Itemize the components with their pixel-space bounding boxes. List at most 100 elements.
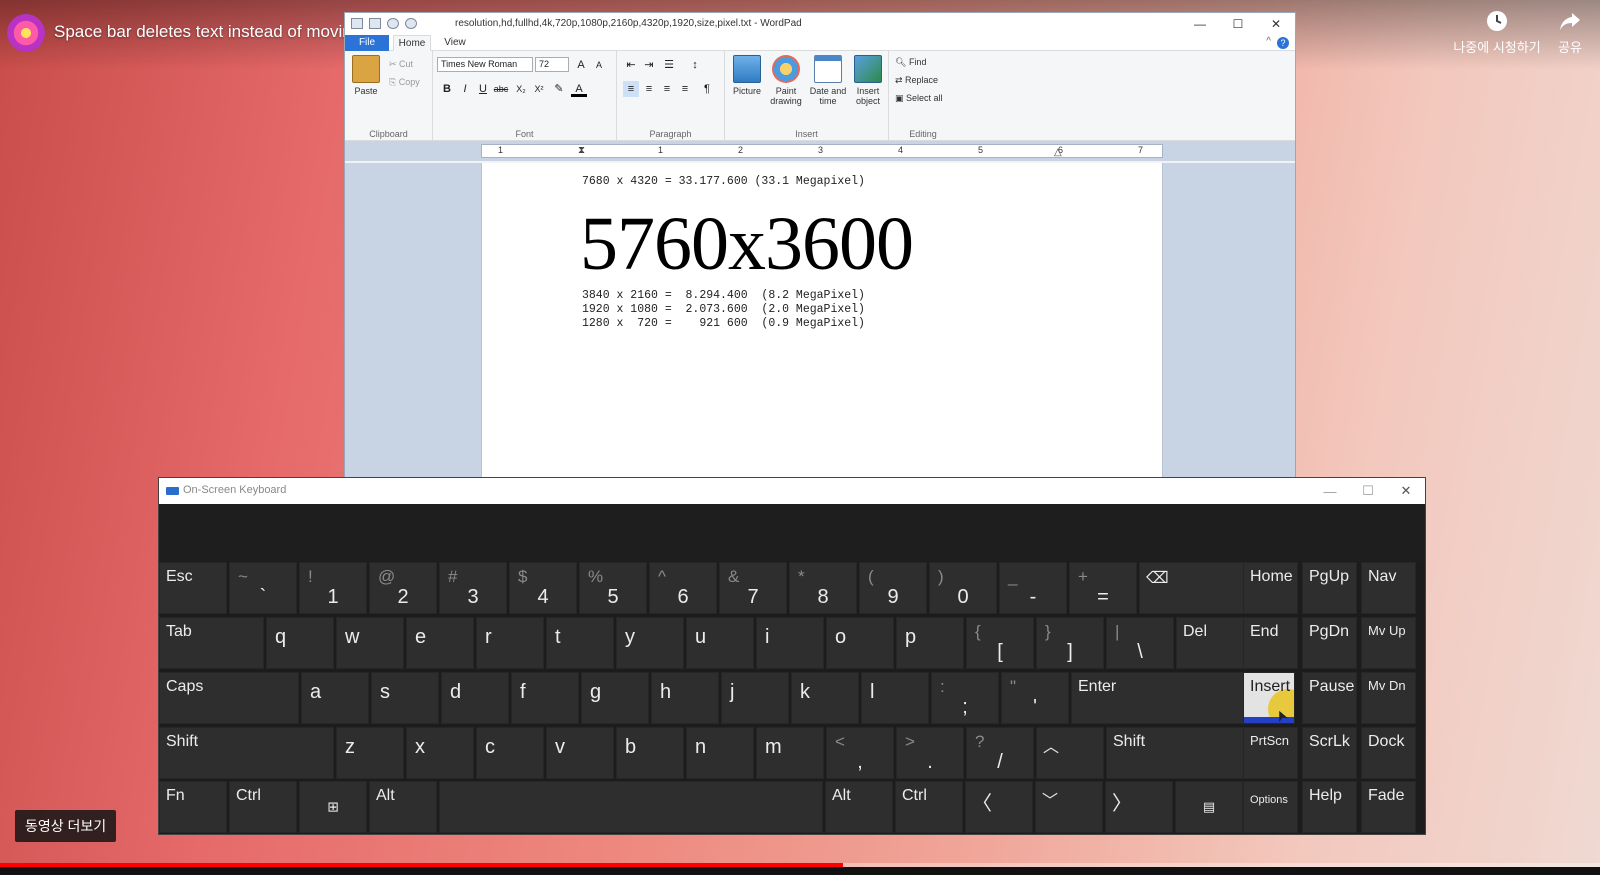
key-shift-right[interactable]: Shift — [1106, 727, 1244, 779]
key-windows[interactable]: ⊞ — [299, 781, 367, 833]
key-help[interactable]: Help — [1302, 781, 1357, 833]
key-pgdn[interactable]: PgDn — [1302, 617, 1357, 669]
key-number[interactable]: @2 — [369, 562, 437, 614]
select-all-button[interactable]: ▣ Select all — [895, 93, 943, 104]
key-ctrl-right[interactable]: Ctrl — [895, 781, 963, 833]
align-right-icon[interactable]: ≡ — [659, 81, 675, 97]
key-letter[interactable]: a — [301, 672, 369, 724]
key-symbol[interactable]: {[ — [966, 617, 1034, 669]
key-symbol[interactable]: ? / — [966, 727, 1034, 779]
key-letter[interactable]: t — [546, 617, 614, 669]
key-menu[interactable]: ▤ — [1175, 781, 1243, 833]
key-scrlk[interactable]: ScrLk — [1302, 727, 1357, 779]
highlight-icon[interactable]: ✎ — [551, 81, 567, 97]
key-number[interactable]: ~ ` — [229, 562, 297, 614]
strikethrough-button[interactable]: abc — [493, 81, 509, 97]
key-number[interactable]: $4 — [509, 562, 577, 614]
decrease-indent-icon[interactable]: ⇤ — [623, 57, 639, 73]
insert-object-button[interactable]: Insert object — [849, 55, 887, 106]
key-backspace[interactable]: ⌫ — [1139, 562, 1245, 614]
ruler[interactable]: 1 ⧗ 1 2 3 4 5 △ 6 7 — [481, 144, 1163, 158]
key-esc[interactable]: Esc — [159, 562, 227, 614]
shrink-font-icon[interactable]: A — [591, 57, 607, 73]
key-number[interactable]: + = — [1069, 562, 1137, 614]
key-letter[interactable]: w — [336, 617, 404, 669]
replace-button[interactable]: ⇄ Replace — [895, 75, 938, 86]
key-letter[interactable]: j — [721, 672, 789, 724]
key-arrow-up[interactable]: ︿ — [1036, 727, 1104, 779]
tab-file[interactable]: File — [345, 35, 389, 51]
key-arrow-down[interactable]: ﹀ — [1035, 781, 1103, 833]
key-caps[interactable]: Caps — [159, 672, 299, 724]
key-dock[interactable]: Dock — [1361, 727, 1416, 779]
increase-indent-icon[interactable]: ⇥ — [641, 57, 657, 73]
key-letter[interactable]: l — [861, 672, 929, 724]
key-number[interactable]: * 8 — [789, 562, 857, 614]
key-letter[interactable]: d — [441, 672, 509, 724]
key-shift-left[interactable]: Shift — [159, 727, 334, 779]
key-letter[interactable]: m — [756, 727, 824, 779]
tab-home[interactable]: Home — [393, 35, 431, 51]
collapse-ribbon-icon[interactable]: ^ — [1266, 36, 1271, 47]
tab-view[interactable]: View — [437, 35, 473, 51]
key-letter[interactable]: h — [651, 672, 719, 724]
key-letter[interactable]: y — [616, 617, 684, 669]
date-time-button[interactable]: Date and time — [807, 55, 849, 106]
minimize-button[interactable]: — — [1181, 13, 1219, 35]
key-letter[interactable]: p — [896, 617, 964, 669]
font-family-select[interactable]: Times New Roman — [437, 57, 533, 72]
cut-button[interactable]: ✂ Cut — [389, 59, 413, 70]
key-letter[interactable]: b — [616, 727, 684, 779]
key-fn[interactable]: Fn — [159, 781, 227, 833]
key-number[interactable]: ) 0 — [929, 562, 997, 614]
justify-icon[interactable]: ≡ — [677, 81, 693, 97]
key-number[interactable]: _ - — [999, 562, 1067, 614]
close-button[interactable]: ✕ — [1257, 13, 1295, 35]
key-enter[interactable]: Enter — [1071, 672, 1244, 724]
key-letter[interactable]: g — [581, 672, 649, 724]
osk-maximize-button[interactable]: ☐ — [1349, 478, 1387, 504]
key-del[interactable]: Del — [1176, 617, 1244, 669]
paste-button[interactable]: Paste — [349, 55, 383, 96]
key-symbol[interactable]: <, — [826, 727, 894, 779]
key-symbol[interactable]: }] — [1036, 617, 1104, 669]
key-mvup[interactable]: Mv Up — [1361, 617, 1416, 669]
key-symbol[interactable]: :; — [931, 672, 999, 724]
bold-button[interactable]: B — [439, 81, 455, 97]
key-letter[interactable]: i — [756, 617, 824, 669]
key-pgup[interactable]: PgUp — [1302, 562, 1357, 614]
key-letter[interactable]: k — [791, 672, 859, 724]
key-symbol[interactable]: >. — [896, 727, 964, 779]
key-options[interactable]: Options — [1243, 781, 1298, 833]
grow-font-icon[interactable]: A — [573, 57, 589, 73]
key-letter[interactable]: q — [266, 617, 334, 669]
key-letter[interactable]: n — [686, 727, 754, 779]
osk-minimize-button[interactable]: — — [1311, 478, 1349, 504]
line-spacing-icon[interactable]: ↕ — [687, 57, 703, 73]
help-icon[interactable]: ? — [1277, 37, 1289, 49]
key-number[interactable]: ^ 6 — [649, 562, 717, 614]
key-letter[interactable]: e — [406, 617, 474, 669]
maximize-button[interactable]: ☐ — [1219, 13, 1257, 35]
key-alt-right[interactable]: Alt — [825, 781, 893, 833]
channel-avatar[interactable] — [7, 14, 45, 52]
italic-button[interactable]: I — [457, 81, 473, 97]
indent-marker-icon[interactable]: ⧗ — [578, 145, 585, 156]
key-ctrl-left[interactable]: Ctrl — [229, 781, 297, 833]
osk-close-button[interactable]: ✕ — [1387, 478, 1425, 504]
key-number[interactable]: (9 — [859, 562, 927, 614]
paragraph-settings-icon[interactable]: ¶ — [699, 81, 715, 97]
share-button[interactable]: 공유 — [1552, 10, 1588, 56]
key-number[interactable]: % 5 — [579, 562, 647, 614]
subscript-button[interactable]: X₂ — [513, 81, 529, 97]
key-symbol[interactable]: | \ — [1106, 617, 1174, 669]
key-letter[interactable]: x — [406, 727, 474, 779]
key-home[interactable]: Home — [1243, 562, 1298, 614]
key-letter[interactable]: c — [476, 727, 544, 779]
font-size-select[interactable]: 72 — [535, 57, 569, 72]
key-letter[interactable]: r — [476, 617, 544, 669]
copy-button[interactable]: ⎘ Copy — [389, 77, 420, 88]
save-icon[interactable] — [369, 18, 381, 29]
key-letter[interactable]: z — [336, 727, 404, 779]
key-prtscn[interactable]: PrtScn — [1243, 727, 1298, 779]
